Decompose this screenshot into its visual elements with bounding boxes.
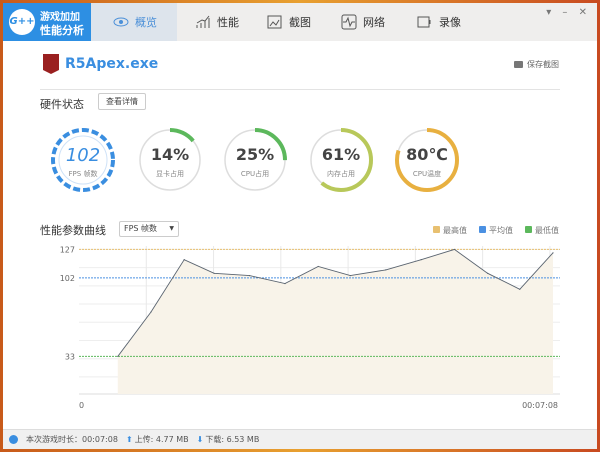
status-bar: 本次游戏时长：00:07:08 ⬆ 上传: 4.77 MB ⬇ 下载: 6.53 M… bbox=[3, 429, 597, 449]
data-point bbox=[519, 288, 521, 290]
upload-icon: ⬆ bbox=[125, 435, 133, 444]
x-end-label: 00:07:08 bbox=[522, 401, 558, 410]
app-window: G++ 游戏加加 性能分析 概览 性能 截图 网络 录像 ▾ – ✕ R5Ape… bbox=[3, 3, 597, 449]
data-point bbox=[487, 272, 489, 274]
download-text: 下载: 6.53 MB bbox=[205, 435, 260, 444]
upload-text: 上传: 4.77 MB bbox=[134, 435, 189, 444]
download-icon: ⬇ bbox=[196, 435, 204, 444]
data-point bbox=[385, 269, 387, 271]
x-start-label: 0 bbox=[79, 401, 84, 410]
data-point bbox=[552, 252, 554, 254]
y-tick-label: 33 bbox=[65, 352, 75, 361]
data-point bbox=[117, 355, 119, 358]
data-point bbox=[213, 272, 215, 274]
data-point bbox=[317, 265, 319, 268]
duration-text: 本次游戏时长：00:07:08 bbox=[26, 435, 118, 444]
data-point bbox=[150, 311, 152, 313]
y-tick-label: 127 bbox=[60, 245, 75, 254]
data-point bbox=[248, 275, 251, 277]
clock-icon bbox=[9, 435, 18, 444]
data-point bbox=[183, 259, 185, 261]
data-point bbox=[284, 282, 286, 285]
fps-chart: 127 102 33 0 00:07:08 bbox=[60, 245, 560, 410]
data-point bbox=[349, 275, 351, 277]
data-point bbox=[420, 259, 422, 261]
y-tick-label: 102 bbox=[60, 274, 75, 283]
data-point bbox=[453, 248, 456, 251]
